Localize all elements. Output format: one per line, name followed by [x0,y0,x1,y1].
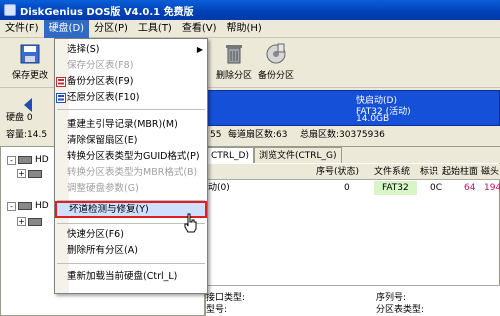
partition-pane: CTRL_D) 浏览文件(CTRL_G) 序号(状态) 文件系统 标识 起始柱面… [205,146,500,316]
submenu-arrow-icon: ▶ [196,45,203,54]
partition-size: 14.0GB [356,114,390,124]
tree-item-label: HD [35,201,49,211]
window-title: DiskGenius DOS版 V4.0.1 免费版 [20,6,194,18]
tree-item[interactable]: - HD [7,155,49,165]
expand-icon[interactable]: + [17,169,26,178]
menu-disk[interactable]: 硬盘(D) [43,19,90,38]
sectors-per-track-text: 每道扇区数:63 [228,130,288,140]
row-start-cyl: 64 [464,183,476,193]
menu-item-clear-reserved-sectors[interactable]: 清除保留扇区(E) [55,133,207,149]
collapse-icon[interactable]: - [7,155,16,165]
partition-icon [28,217,42,226]
menu-item-convert-to-guid[interactable]: 转换分区表类型为GUID格式(P) [55,149,207,165]
menu-item-convert-to-mbr: 转换分区表类型为MBR格式(B) [55,165,207,181]
title-bar: DiskGenius DOS版 V4.0.1 免费版 [0,0,500,20]
menu-item-save-partition-table: 保存分区表(F8) [55,58,207,74]
harddisk-icon [18,156,32,164]
disc-icon [266,43,286,64]
menu-item-label: 调整硬盘参数(G) [67,183,139,194]
cylinder-tail-text: 55 [210,130,222,140]
tab-partitions[interactable]: CTRL_D) [206,147,254,163]
partition-icon [28,169,42,178]
row-id: 0C [430,183,443,193]
tree-item[interactable]: + [17,169,45,178]
tree-item[interactable]: + [17,217,45,226]
menu-tools[interactable]: 工具(T) [133,20,177,38]
menu-help[interactable]: 帮助(H) [222,20,267,38]
menu-item-label: 选择(S) [67,44,100,55]
menu-item-adjust-disk-params: 调整硬盘参数(G) [55,181,207,197]
disk-menu-dropdown: 选择(S) ▶ 保存分区表(F8) 备份分区表(F9) 还原分区表(F10) 重… [54,38,208,294]
app-icon [4,4,16,16]
save-icon [20,44,40,64]
tree-item-label: HD [35,155,49,165]
menu-partition[interactable]: 分区(P) [89,20,133,38]
backup-partition-label: 备份分区 [257,71,294,81]
collapse-icon[interactable]: - [7,201,16,211]
row-head: 194 [484,183,500,193]
table-row[interactable]: 动(0) 0 FAT32 0C 64 194 [206,181,500,195]
menu-item-label: 清除保留扇区(E) [67,135,138,146]
menu-file[interactable]: 文件(F) [0,20,44,38]
menu-item-label: 转换分区表类型为MBR格式(B) [67,167,198,178]
table-header: 序号(状态) 文件系统 标识 起始柱面 磁头 [206,164,500,180]
menu-bar: 文件(F) 硬盘(D) 分区(P) 工具(T) 查看(V) 帮助(H) [0,19,500,38]
disk-label: 硬盘 0 [6,113,33,123]
menu-item-rebuild-mbr[interactable]: 重建主引导记录(MBR)(M) [55,117,207,133]
tree-item[interactable]: - HD [7,201,49,211]
menu-separator [57,263,205,264]
partition-map-block[interactable]: 快启动(D) FAT32 (活动) 14.0GB [205,90,500,126]
row-index: 0 [344,183,350,193]
menu-item-label: 转换分区表类型为GUID格式(P) [67,151,200,162]
model-label: 型号: [206,305,228,315]
menu-item-select[interactable]: 选择(S) ▶ [55,42,207,58]
menu-item-label: 快速分区(F6) [67,229,124,240]
col-start-cyl[interactable]: 起始柱面 [442,164,478,180]
menu-item-label: 坏道检测与修复(Y) [69,204,149,215]
row-fs: FAT32 [374,181,417,195]
menu-item-reload-disk[interactable]: 重新加载当前硬盘(Ctrl_L) [55,269,207,285]
menu-view[interactable]: 查看(V) [177,20,222,38]
col-fs[interactable]: 文件系统 [374,164,410,180]
tab-browse-files[interactable]: 浏览文件(CTRL_G) [254,147,342,163]
menu-item-restore-partition-table[interactable]: 还原分区表(F10) [55,90,207,106]
menu-item-label: 删除所有分区(A) [67,245,138,256]
restore-table-icon [56,93,66,103]
menu-item-backup-partition-table[interactable]: 备份分区表(F9) [55,74,207,90]
save-changes-button[interactable]: 保存更改 [2,42,58,86]
disk-details: 接口类型: 型号: 序列号: 分区表类型: [206,285,500,316]
menu-item-delete-all-partitions[interactable]: 删除所有分区(A) [55,243,207,259]
backup-partition-button[interactable]: 备份分区 [248,42,304,86]
col-index[interactable]: 序号(状态) [316,164,359,180]
menu-item-label: 重新加载当前硬盘(Ctrl_L) [67,271,178,282]
menu-item-label: 重建主引导记录(MBR)(M) [67,119,178,130]
trash-icon [226,45,242,64]
partition-style-label: 分区表类型: [376,305,425,315]
hand-cursor-icon [184,213,197,233]
menu-item-label: 保存分区表(F8) [67,60,134,71]
menu-item-label: 备份分区表(F9) [67,76,134,87]
delete-partition-label: 删除分区 [215,71,252,81]
capacity-text: 容量:14.5 [6,130,48,140]
menu-separator [57,109,205,110]
backup-table-icon [56,77,66,87]
expand-icon[interactable]: + [17,217,26,226]
tab-strip: CTRL_D) 浏览文件(CTRL_G) [206,147,500,163]
save-changes-label: 保存更改 [11,71,48,81]
total-sectors-text: 总扇区数:30375936 [300,130,385,140]
row-name: 动(0) [208,183,230,193]
harddisk-icon [18,202,32,210]
menu-item-label: 还原分区表(F10) [67,92,140,103]
col-head[interactable]: 磁头 [481,164,499,180]
col-id[interactable]: 标识 [420,164,438,180]
